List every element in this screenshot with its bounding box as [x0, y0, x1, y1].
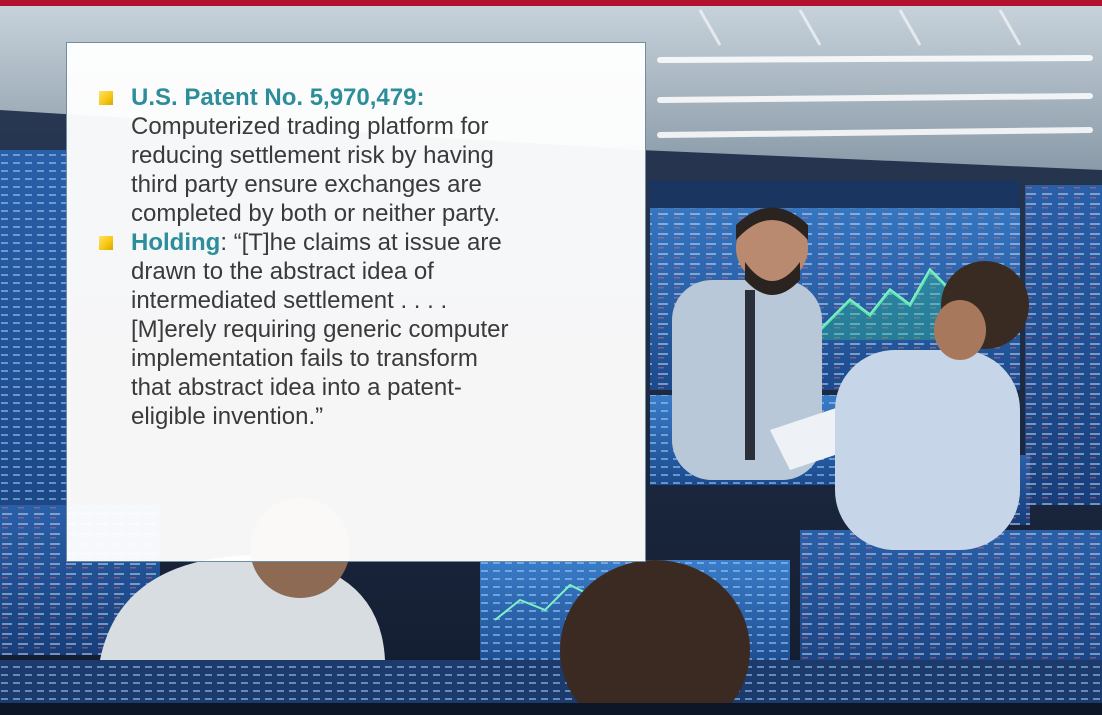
bullet-patent: U.S. Patent No. 5,970,479: Computerized …: [99, 83, 625, 228]
holding-text-line: eligible invention.”: [131, 403, 324, 430]
accent-bar: [0, 0, 1102, 6]
holding-text-line: that abstract idea into a patent-: [131, 374, 462, 401]
patent-text-line: Computerized trading platform for: [131, 113, 489, 140]
holding-text-line: implementation fails to transform: [131, 345, 478, 372]
square-bullet-icon: [99, 91, 113, 105]
patent-text-line: third party ensure exchanges are: [131, 171, 482, 198]
bullet-heading-line: U.S. Patent No. 5,970,479:: [131, 83, 625, 112]
square-bullet-icon: [99, 236, 113, 250]
holding-after: : “[T]he claims at issue are: [220, 229, 502, 256]
holding-heading-line: Holding: “[T]he claims at issue are: [131, 228, 625, 257]
patent-text-line: completed by both or neither party.: [131, 200, 501, 227]
holding-text-line: [M]erely requiring generic computer: [131, 316, 509, 343]
content-box: U.S. Patent No. 5,970,479: Computerized …: [66, 42, 646, 562]
patent-text-line: reducing settlement risk by having: [131, 142, 494, 169]
bottom-edge: [0, 703, 1102, 715]
holding-text-line: intermediated settlement . . . .: [131, 287, 448, 314]
patent-number: U.S. Patent No. 5,970,479:: [131, 84, 425, 111]
bullet-holding: Holding: “[T]he claims at issue are draw…: [99, 228, 625, 431]
holding-text-line: drawn to the abstract idea of: [131, 258, 434, 285]
holding-label: Holding: [131, 229, 221, 256]
